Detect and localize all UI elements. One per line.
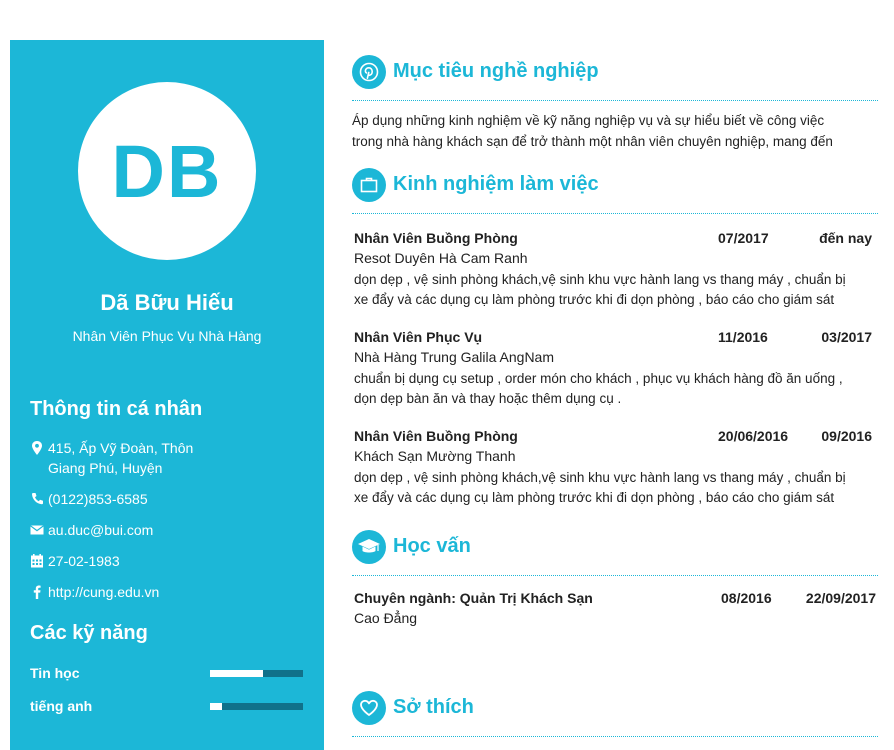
job-description-line: chuẩn bị dụng cụ setup , order món cho k… [354,371,843,386]
profile-name: Dã Bữu Hiếu [100,290,234,315]
job-company: Nhà Hàng Trung Galila AngNam [354,349,554,365]
section-divider [352,736,878,737]
phone-icon [32,493,43,505]
hobbies-section-header: Sở thích [352,691,880,737]
avatar-initials: DB [111,129,223,213]
job-title: Nhân Viên Buồng Phòng [354,230,518,246]
job-end-date: đến nay [819,230,872,246]
education-end-date: 22/09/2017 [805,590,876,606]
section-divider [352,100,878,101]
job-start-date: 07/2017 [718,230,769,246]
section-divider [352,575,878,576]
job-start-date: 11/2016 [718,329,768,345]
skill-label: tiếng anh [30,698,93,714]
job-description-line: dọn dẹp , vệ sinh phòng khách,vệ sinh kh… [354,272,846,287]
job-title: Nhân Viên Buồng Phòng [354,428,518,444]
heart-icon [360,699,378,716]
address-row: 415, Ấp Vỹ Đoàn, Thôn Giang Phú, Huyện [30,438,300,478]
address-line-2: Giang Phú, Huyện [48,460,163,476]
objective-icon-badge [352,55,386,89]
job-end-date: 09/2016 [821,428,872,444]
skill-bar [210,703,303,710]
email-text: au.duc@bui.com [48,522,154,538]
job-title: Nhân Viên Phục Vụ [354,329,483,345]
section-divider [352,213,878,214]
graduation-cap-icon [358,539,380,553]
avatar: DB [78,82,256,260]
job-description-line: xe đẩy và các dụng cụ làm phòng trước kh… [354,490,835,505]
hobbies-icon-badge [352,691,386,725]
pinterest-icon [359,62,379,82]
skill-row: Tin học [30,665,304,685]
education-title: Học vấn [393,535,471,557]
skill-row: tiếng anh [30,698,304,718]
education-start-date: 08/2016 [721,590,772,606]
phone-text: (0122)853-6585 [48,491,148,507]
envelope-icon [30,525,44,535]
job-description-line: xe đẩy và các dụng cụ làm phòng trước kh… [354,292,835,307]
skill-label: Tin học [30,665,80,681]
website-row: http://cung.edu.vn [30,582,300,602]
experience-icon-badge [352,168,386,202]
skill-bar-fill [210,670,263,677]
email-row: au.duc@bui.com [30,520,300,540]
job-description: dọn dẹp , vệ sinh phòng khách,vệ sinh kh… [354,270,874,310]
job-description: dọn dẹp , vệ sinh phòng khách,vệ sinh kh… [354,468,874,508]
experience-section-header: Kinh nghiệm làm việc [352,168,880,214]
education-icon-badge [352,530,386,564]
job-description-line: dọn dẹp , vệ sinh phòng khách,vệ sinh kh… [354,470,846,485]
objective-line-1: Áp dụng những kinh nghiệm về kỹ năng ngh… [352,113,825,128]
hobbies-title: Sở thích [393,696,474,718]
phone-row: (0122)853-6585 [30,489,300,509]
sidebar: DB Dã Bữu Hiếu Nhân Viên Phục Vụ Nhà Hàn… [10,40,324,750]
job-end-date: 03/2017 [821,329,872,345]
skill-bar-fill [210,703,223,710]
birthday-row: 27-02-1983 [30,551,300,571]
objective-text: Áp dụng những kinh nghiệm về kỹ năng ngh… [352,110,880,152]
education-section-header: Học vấn [352,530,880,576]
job-description-line: dọn dẹp bàn ăn và thay hoặc thêm dụng cụ… [354,391,622,406]
education-school: Cao Đẳng [354,610,418,626]
address-line-1: 415, Ấp Vỹ Đoàn, Thôn [48,440,194,456]
facebook-icon [33,585,41,599]
skill-bar [210,670,303,677]
objective-line-2: trong nhà hàng khách sạn để trở thành mộ… [352,134,833,149]
map-marker-icon [32,441,42,455]
education-major: Chuyên ngành: Quản Trị Khách Sạn [354,590,593,606]
website-link[interactable]: http://cung.edu.vn [48,582,300,602]
objective-section-header: Mục tiêu nghề nghiệp [352,55,880,101]
skills-heading: Các kỹ năng [30,622,148,644]
objective-title: Mục tiêu nghề nghiệp [393,60,599,82]
job-company: Resot Duyên Hà Cam Ranh [354,250,528,266]
calendar-icon [31,554,43,568]
personal-info-heading: Thông tin cá nhân [30,398,203,420]
job-start-date: 20/06/2016 [718,428,789,444]
job-company: Khách Sạn Mường Thanh [354,448,516,464]
job-description: chuẩn bị dụng cụ setup , order món cho k… [354,369,874,409]
briefcase-icon [360,177,378,193]
profile-position: Nhân Viên Phục Vụ Nhà Hàng [72,328,262,344]
birthday-text: 27-02-1983 [48,553,120,569]
experience-title: Kinh nghiệm làm việc [393,173,599,195]
